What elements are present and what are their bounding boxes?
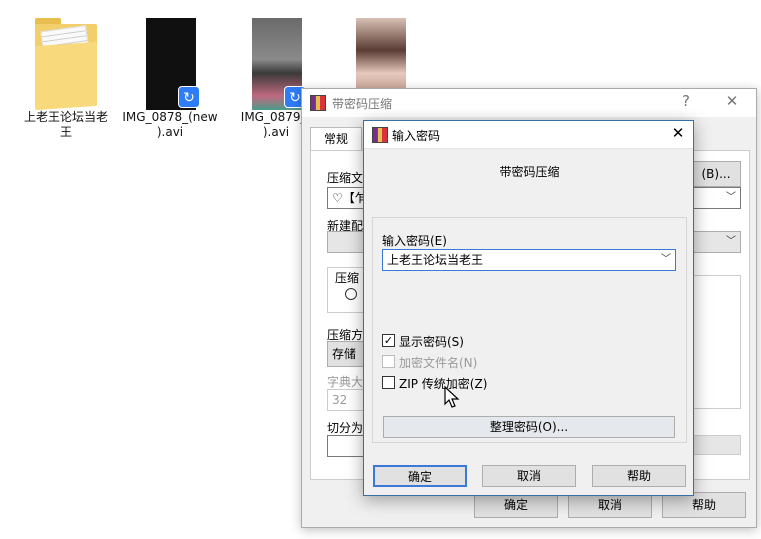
cancel-button[interactable]: 取消 — [482, 465, 576, 487]
help-icon[interactable]: ? — [676, 92, 696, 110]
format-label: 压缩 — [335, 271, 360, 285]
progress-placeholder — [691, 435, 741, 455]
file-name: 上老王论坛当老 王 — [23, 110, 108, 139]
dialog-title: 带密码压缩 — [332, 97, 393, 111]
close-icon[interactable]: ✕ — [722, 92, 742, 110]
dict-label: 字典大 — [327, 375, 364, 389]
password-group: 输入密码(E) 上老王论坛当老王 ﹀ ✓ 显示密码(S) 加密文件名(N) ZI… — [372, 217, 687, 443]
title-bar: 带密码压缩 ? ✕ — [302, 89, 756, 117]
close-icon[interactable]: ✕ — [668, 124, 688, 142]
archive-name-label: 压缩文 — [327, 171, 364, 185]
organize-passwords-button[interactable]: 整理密码(O)... — [383, 416, 675, 438]
password-value: 上老王论坛当老王 — [387, 253, 484, 267]
format-radio[interactable] — [345, 288, 357, 300]
encrypt-names-label: 加密文件名(N) — [399, 356, 478, 370]
options-group — [691, 275, 741, 409]
desktop-folder[interactable]: 上老王论坛当老 王 — [16, 14, 116, 140]
split-label: 切分为 — [327, 421, 364, 435]
video-player-icon: ↻ — [178, 86, 200, 108]
show-password-label: 显示密码(S) — [399, 335, 464, 349]
archive-name-value: ♡【乍 — [332, 191, 367, 205]
show-password-checkbox[interactable]: ✓ — [382, 334, 395, 347]
browse-button[interactable]: (B)... — [691, 161, 741, 187]
winrar-icon — [372, 127, 388, 143]
chevron-down-icon: ﹀ — [726, 236, 736, 247]
title-bar: 输入密码 ✕ — [364, 121, 693, 149]
help-button[interactable]: 帮助 — [592, 465, 686, 487]
zip-legacy-checkbox[interactable] — [382, 376, 395, 389]
chevron-down-icon: ﹀ — [726, 192, 736, 203]
chevron-down-icon[interactable]: ﹀ — [661, 250, 671, 270]
password-label: 输入密码(E) — [382, 234, 447, 248]
ok-button[interactable]: 确定 — [373, 465, 467, 487]
dialog-heading: 带密码压缩 — [499, 165, 560, 179]
password-input[interactable]: 上老王论坛当老王 ﹀ — [382, 249, 676, 271]
dialog-title: 输入密码 — [392, 129, 441, 143]
tab-general[interactable]: 常规 — [310, 127, 362, 151]
encrypt-names-checkbox[interactable] — [382, 355, 395, 368]
file-name: IMG_0878_(new ).avi — [122, 110, 218, 139]
mouse-cursor-icon — [444, 386, 460, 408]
winrar-icon — [310, 95, 326, 111]
password-dialog: 输入密码 ✕ 带密码压缩 输入密码(E) 上老王论坛当老王 ﹀ ✓ 显示密码(S… — [363, 120, 694, 496]
desktop-video-file[interactable]: ↻ IMG_0878_(new ).avi — [120, 14, 220, 140]
